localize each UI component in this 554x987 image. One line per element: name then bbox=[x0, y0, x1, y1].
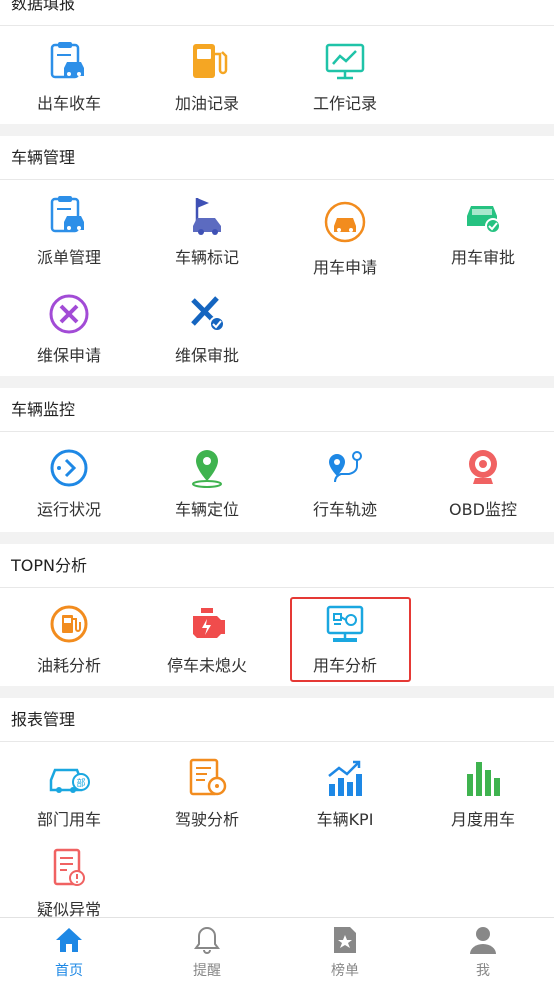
section-title: TOPN分析 bbox=[0, 544, 554, 588]
bell-icon bbox=[194, 926, 220, 954]
document-wheel-icon bbox=[189, 758, 227, 796]
item-obd-monitoring[interactable]: OBD监控 bbox=[414, 432, 552, 532]
item-label: 工作记录 bbox=[312, 94, 377, 113]
item-fuel-consumption-analysis[interactable]: 油耗分析 bbox=[0, 588, 138, 688]
tab-reminder[interactable]: 提醒 bbox=[138, 918, 276, 987]
user-icon bbox=[470, 927, 496, 954]
tab-me[interactable]: 我 bbox=[414, 918, 552, 987]
car-department-icon: 部 bbox=[49, 768, 90, 793]
item-department-usage[interactable]: 部 部门用车 bbox=[0, 742, 138, 842]
tools-circle-icon bbox=[49, 294, 89, 334]
tab-home[interactable]: 首页 bbox=[0, 918, 138, 987]
tab-label: 提醒 bbox=[193, 963, 221, 979]
item-label: 加油记录 bbox=[174, 94, 239, 113]
item-label: 油耗分析 bbox=[36, 656, 101, 675]
item-label: 出车收车 bbox=[36, 94, 101, 113]
section-title: 报表管理 bbox=[0, 698, 554, 742]
bottom-tab-bar: 首页 提醒 榜单 我 bbox=[0, 917, 554, 987]
item-driving-track[interactable]: 行车轨迹 bbox=[276, 432, 414, 532]
item-label: 用车申请 bbox=[312, 258, 377, 277]
car-flag-icon bbox=[193, 198, 221, 235]
item-running-status[interactable]: 运行状况 bbox=[0, 432, 138, 532]
svg-text:部: 部 bbox=[76, 777, 85, 789]
item-refuel-record[interactable]: 加油记录 bbox=[138, 26, 276, 126]
section-title: 车辆管理 bbox=[0, 136, 554, 180]
fuel-gauge-icon bbox=[50, 605, 88, 643]
section-data-entry: 数据填报 出车收车 加油记录 工作记录 bbox=[0, 0, 554, 124]
item-vehicle-location[interactable]: 车辆定位 bbox=[138, 432, 276, 532]
ranking-star-icon bbox=[334, 927, 356, 953]
item-idle-engine[interactable]: 停车未熄火 bbox=[138, 588, 276, 688]
section-title: 车辆监控 bbox=[0, 388, 554, 432]
route-pins-icon bbox=[329, 451, 362, 483]
home-icon bbox=[56, 928, 82, 952]
item-vehicle-approval[interactable]: 用车审批 bbox=[414, 180, 552, 280]
item-work-record[interactable]: 工作记录 bbox=[276, 26, 414, 126]
item-label: 运行状况 bbox=[36, 500, 101, 519]
item-vehicle-marking[interactable]: 车辆标记 bbox=[138, 180, 276, 280]
tab-label: 我 bbox=[476, 963, 490, 979]
item-vehicle-kpi[interactable]: 车辆KPI bbox=[276, 742, 414, 842]
tab-label: 首页 bbox=[55, 963, 83, 979]
clipboard-car-icon bbox=[50, 42, 84, 79]
document-alert-icon bbox=[53, 848, 85, 886]
wrench-check-icon bbox=[191, 296, 225, 332]
item-maintenance-approval[interactable]: 维保审批 bbox=[138, 278, 276, 378]
item-label: 车辆标记 bbox=[174, 248, 239, 267]
item-dispatch-return[interactable]: 出车收车 bbox=[0, 26, 138, 126]
item-dispatch-management[interactable]: 派单管理 bbox=[0, 180, 138, 280]
bar-chart-icon bbox=[467, 762, 500, 796]
item-label: 车辆KPI bbox=[316, 810, 374, 829]
item-maintenance-request[interactable]: 维保申请 bbox=[0, 278, 138, 378]
tab-label: 榜单 bbox=[331, 963, 359, 979]
item-label: 驾驶分析 bbox=[174, 810, 239, 829]
tab-ranking[interactable]: 榜单 bbox=[276, 918, 414, 987]
section-vehicle-management: 车辆管理 派单管理 车辆标记 用车申请 用车审批 维保申请 维保审批 bbox=[0, 136, 554, 376]
item-label: 用车审批 bbox=[450, 248, 515, 267]
item-label: 派单管理 bbox=[36, 248, 101, 267]
item-label: 月度用车 bbox=[450, 810, 515, 829]
selection-highlight bbox=[290, 597, 411, 682]
bar-growth-icon bbox=[328, 760, 362, 796]
item-label: 维保审批 bbox=[174, 346, 239, 365]
item-label: 停车未熄火 bbox=[166, 656, 247, 675]
item-label: 维保申请 bbox=[36, 346, 101, 365]
fuel-pump-icon bbox=[193, 44, 228, 78]
section-title: 数据填报 bbox=[0, 0, 554, 26]
circle-arrow-icon bbox=[50, 449, 88, 487]
map-pin-icon bbox=[192, 450, 222, 488]
item-vehicle-request[interactable]: 用车申请 bbox=[276, 180, 414, 280]
section-topn-analysis: TOPN分析 油耗分析 停车未熄火 用车分析 bbox=[0, 544, 554, 686]
car-circle-icon bbox=[324, 201, 366, 243]
item-label: 行车轨迹 bbox=[312, 500, 377, 519]
engine-icon bbox=[193, 608, 225, 638]
clipboard-car-icon bbox=[50, 196, 84, 233]
car-check-icon bbox=[467, 206, 501, 234]
item-driving-analysis[interactable]: 驾驶分析 bbox=[138, 742, 276, 842]
item-monthly-usage[interactable]: 月度用车 bbox=[414, 742, 552, 842]
monitor-chart-icon bbox=[325, 43, 365, 80]
item-label: 部门用车 bbox=[36, 810, 101, 829]
section-vehicle-monitoring: 车辆监控 运行状况 车辆定位 行车轨迹 OBD监控 bbox=[0, 388, 554, 532]
item-label: OBD监控 bbox=[449, 500, 517, 519]
camera-icon bbox=[469, 450, 497, 484]
item-label: 车辆定位 bbox=[174, 500, 239, 519]
section-report-management: 报表管理 部 部门用车 驾驶分析 车辆KPI 月度用车 疑似异常 bbox=[0, 698, 554, 919]
